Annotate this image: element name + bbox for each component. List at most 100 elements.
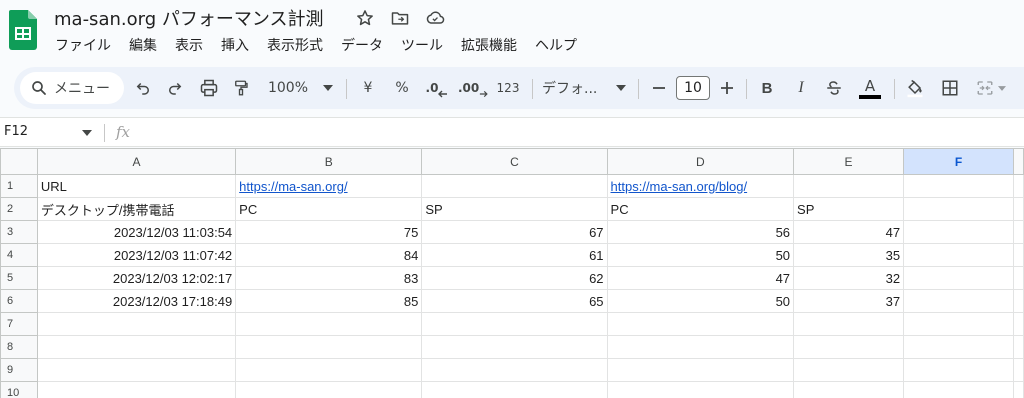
cell-a3[interactable]: 2023/12/03 11:03:54 bbox=[36, 220, 237, 244]
cell-b8[interactable] bbox=[235, 335, 423, 359]
cell-d7[interactable] bbox=[606, 312, 795, 336]
cell-f9[interactable] bbox=[903, 358, 1014, 382]
column-header-c[interactable]: C bbox=[421, 148, 608, 175]
cell-c10[interactable] bbox=[421, 381, 608, 398]
paint-format-button[interactable] bbox=[228, 75, 254, 101]
increase-font-size-button[interactable] bbox=[716, 75, 738, 101]
column-header-b[interactable]: B bbox=[235, 148, 423, 175]
cell-overflow[interactable] bbox=[1012, 266, 1024, 290]
cell-e7[interactable] bbox=[793, 312, 905, 336]
currency-format-button[interactable]: ¥ bbox=[357, 75, 379, 101]
cell-a9[interactable] bbox=[36, 358, 237, 382]
cell-f6[interactable] bbox=[903, 289, 1014, 313]
cell-d1[interactable]: https://ma-san.org/blog/ bbox=[606, 174, 795, 198]
redo-button[interactable] bbox=[162, 75, 188, 101]
cell-overflow[interactable] bbox=[1012, 243, 1024, 267]
fill-color-button[interactable] bbox=[902, 75, 928, 101]
cell-a5[interactable]: 2023/12/03 12:02:17 bbox=[36, 266, 237, 290]
cell-overflow[interactable] bbox=[1012, 358, 1024, 382]
cell-d4[interactable]: 50 bbox=[606, 243, 795, 267]
font-select[interactable]: デフォ... bbox=[542, 75, 606, 101]
cell-overflow[interactable] bbox=[1012, 174, 1024, 198]
print-button[interactable] bbox=[196, 75, 222, 101]
cell-e4[interactable]: 35 bbox=[793, 243, 905, 267]
row-header[interactable]: 2 bbox=[0, 197, 38, 221]
undo-button[interactable] bbox=[130, 75, 156, 101]
cell-overflow[interactable] bbox=[1012, 335, 1024, 359]
column-header-f[interactable]: F bbox=[903, 148, 1014, 175]
cell-b7[interactable] bbox=[235, 312, 423, 336]
cell-overflow[interactable] bbox=[1012, 289, 1024, 313]
cell-d5[interactable]: 47 bbox=[606, 266, 795, 290]
cell-a2[interactable]: デスクトップ/携帯電話 bbox=[36, 197, 237, 221]
cell-e3[interactable]: 47 bbox=[793, 220, 905, 244]
menu-data[interactable]: データ bbox=[332, 34, 392, 56]
row-header[interactable]: 4 bbox=[0, 243, 38, 267]
row-header[interactable]: 6 bbox=[0, 289, 38, 313]
text-color-button[interactable]: A bbox=[856, 75, 884, 101]
cell-a1[interactable]: URL bbox=[36, 174, 237, 198]
cell-c5[interactable]: 62 bbox=[421, 266, 608, 290]
select-all-corner[interactable] bbox=[0, 148, 38, 175]
bold-button[interactable]: B bbox=[756, 75, 778, 101]
cell-a6[interactable]: 2023/12/03 17:18:49 bbox=[36, 289, 237, 313]
cell-e10[interactable] bbox=[793, 381, 905, 398]
font-size-input[interactable]: 10 bbox=[676, 76, 710, 100]
strikethrough-button[interactable] bbox=[822, 75, 846, 101]
cell-d2[interactable]: PC bbox=[606, 197, 795, 221]
column-header-overflow[interactable] bbox=[1012, 148, 1024, 175]
menu-view[interactable]: 表示 bbox=[166, 34, 212, 56]
increase-decimal-button[interactable]: .00 bbox=[458, 75, 488, 101]
cell-f8[interactable] bbox=[903, 335, 1014, 359]
name-box[interactable]: F12 bbox=[4, 124, 28, 139]
decrease-font-size-button[interactable] bbox=[648, 75, 670, 101]
menu-insert[interactable]: 挿入 bbox=[212, 34, 258, 56]
cell-f2[interactable] bbox=[903, 197, 1014, 221]
cell-b6[interactable]: 85 bbox=[235, 289, 423, 313]
row-header[interactable]: 1 bbox=[0, 174, 38, 198]
cell-d10[interactable] bbox=[606, 381, 795, 398]
cell-c1[interactable] bbox=[421, 174, 608, 198]
cell-c6[interactable]: 65 bbox=[421, 289, 608, 313]
menu-search-box[interactable]: メニュー bbox=[20, 72, 124, 104]
cell-a4[interactable]: 2023/12/03 11:07:42 bbox=[36, 243, 237, 267]
cell-overflow[interactable] bbox=[1012, 381, 1024, 398]
cell-f1[interactable] bbox=[903, 174, 1014, 198]
menu-tools[interactable]: ツール bbox=[392, 34, 452, 56]
cell-b4[interactable]: 84 bbox=[235, 243, 423, 267]
column-header-a[interactable]: A bbox=[36, 148, 237, 175]
row-header[interactable]: 7 bbox=[0, 312, 38, 336]
cell-b10[interactable] bbox=[235, 381, 423, 398]
column-header-d[interactable]: D bbox=[606, 148, 795, 175]
cell-c9[interactable] bbox=[421, 358, 608, 382]
cell-b1[interactable]: https://ma-san.org/ bbox=[235, 174, 423, 198]
document-title[interactable]: ma-san.org パフォーマンス計測 bbox=[54, 5, 323, 31]
row-header[interactable]: 8 bbox=[0, 335, 38, 359]
menu-help[interactable]: ヘルプ bbox=[526, 34, 586, 56]
zoom-select[interactable]: 100% bbox=[266, 75, 310, 101]
name-box-dropdown-icon[interactable] bbox=[82, 130, 92, 136]
menu-extensions[interactable]: 拡張機能 bbox=[452, 34, 526, 56]
cell-f10[interactable] bbox=[903, 381, 1014, 398]
row-header[interactable]: 9 bbox=[0, 358, 38, 382]
cell-e8[interactable] bbox=[793, 335, 905, 359]
row-header[interactable]: 5 bbox=[0, 266, 38, 290]
cell-a10[interactable] bbox=[36, 381, 237, 398]
cell-c7[interactable] bbox=[421, 312, 608, 336]
cell-d3[interactable]: 56 bbox=[606, 220, 795, 244]
cell-overflow[interactable] bbox=[1012, 312, 1024, 336]
cell-e5[interactable]: 32 bbox=[793, 266, 905, 290]
cell-e9[interactable] bbox=[793, 358, 905, 382]
cell-b3[interactable]: 75 bbox=[235, 220, 423, 244]
cell-d8[interactable] bbox=[606, 335, 795, 359]
row-header[interactable]: 3 bbox=[0, 220, 38, 244]
borders-button[interactable] bbox=[938, 75, 962, 101]
cell-b5[interactable]: 83 bbox=[235, 266, 423, 290]
cell-f3[interactable] bbox=[903, 220, 1014, 244]
cell-e1[interactable] bbox=[793, 174, 905, 198]
cell-e2[interactable]: SP bbox=[793, 197, 905, 221]
cell-overflow[interactable] bbox=[1012, 220, 1024, 244]
cell-a8[interactable] bbox=[36, 335, 237, 359]
cell-f4[interactable] bbox=[903, 243, 1014, 267]
cell-e6[interactable]: 37 bbox=[793, 289, 905, 313]
